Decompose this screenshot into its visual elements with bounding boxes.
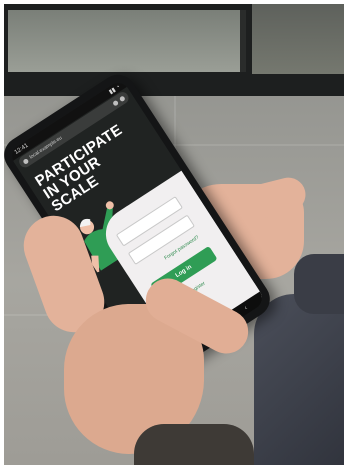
sleeve-cuff [294, 254, 344, 314]
menu-icon[interactable] [118, 94, 126, 102]
tabs-icon[interactable] [111, 99, 119, 107]
photo: 12:41 ▮▮ ◔ local.example.eu PARTICIPATE … [4, 4, 344, 465]
window-glass [8, 10, 246, 72]
home-icon[interactable] [22, 157, 30, 165]
bottom-sleeve [134, 424, 254, 465]
sleeve [254, 294, 344, 465]
back-icon[interactable]: ‹ [243, 304, 249, 311]
window-frame [4, 4, 344, 96]
window-glass-right [252, 4, 344, 74]
